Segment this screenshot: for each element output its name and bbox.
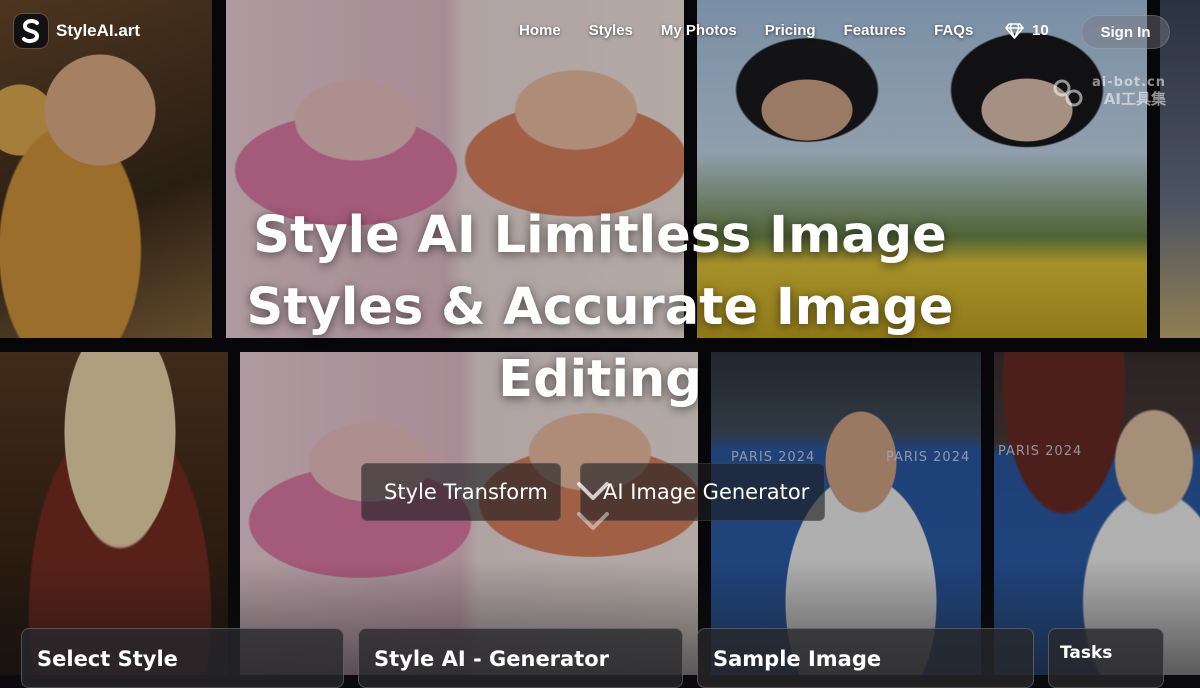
- hero-title-line: Editing: [498, 350, 702, 409]
- nav-pricing-link[interactable]: Pricing: [765, 22, 816, 39]
- nav-home-link[interactable]: Home: [519, 22, 561, 39]
- brand-logo-link[interactable]: StyleAI.art: [14, 14, 140, 48]
- brand-logo-icon: [14, 14, 48, 48]
- generator-panel: Style AI - Generator: [358, 628, 683, 688]
- nav-styles-link[interactable]: Styles: [589, 22, 633, 39]
- tasks-panel[interactable]: Tasks: [1048, 628, 1164, 688]
- sample-image-panel: Sample Image: [697, 628, 1034, 688]
- watermark-name: AI工具集: [1103, 90, 1166, 108]
- main-menu: Home Styles My Photos Pricing Features F…: [519, 22, 1001, 39]
- hero-title-line: Styles & Accurate Image: [246, 278, 954, 337]
- watermark-url: ai-bot.cn: [1092, 75, 1166, 90]
- credits-count: 10: [1032, 22, 1049, 39]
- select-style-panel: Select Style: [21, 628, 344, 688]
- top-navbar: StyleAI.art Home Styles My Photos Pricin…: [0, 0, 1200, 66]
- brand-name: StyleAI.art: [56, 21, 141, 40]
- credits-counter[interactable]: 10: [1005, 22, 1049, 39]
- watermark-logo-icon: [1053, 79, 1083, 107]
- nav-my-photos-link[interactable]: My Photos: [661, 22, 737, 39]
- nav-faqs-link[interactable]: FAQs: [934, 22, 973, 39]
- generator-heading: Style AI - Generator: [374, 647, 610, 671]
- tab-ai-image-generator[interactable]: AI Image Generator: [580, 463, 825, 521]
- sample-image-heading: Sample Image: [713, 647, 882, 671]
- diamond-icon: [1005, 22, 1024, 39]
- hero-title: Style AI Limitless Image Styles & Accura…: [200, 200, 1000, 416]
- nav-features-link[interactable]: Features: [844, 22, 907, 39]
- watermark: ai-bot.cn AI工具集: [1053, 75, 1166, 108]
- tab-style-transform[interactable]: Style Transform: [361, 463, 561, 521]
- hero-title-line: Style AI Limitless Image: [253, 206, 947, 265]
- scroll-down-chevron-icon[interactable]: [575, 480, 611, 534]
- tasks-heading: Tasks: [1060, 643, 1113, 663]
- sign-in-button[interactable]: Sign In: [1081, 15, 1170, 49]
- select-style-heading: Select Style: [37, 647, 178, 671]
